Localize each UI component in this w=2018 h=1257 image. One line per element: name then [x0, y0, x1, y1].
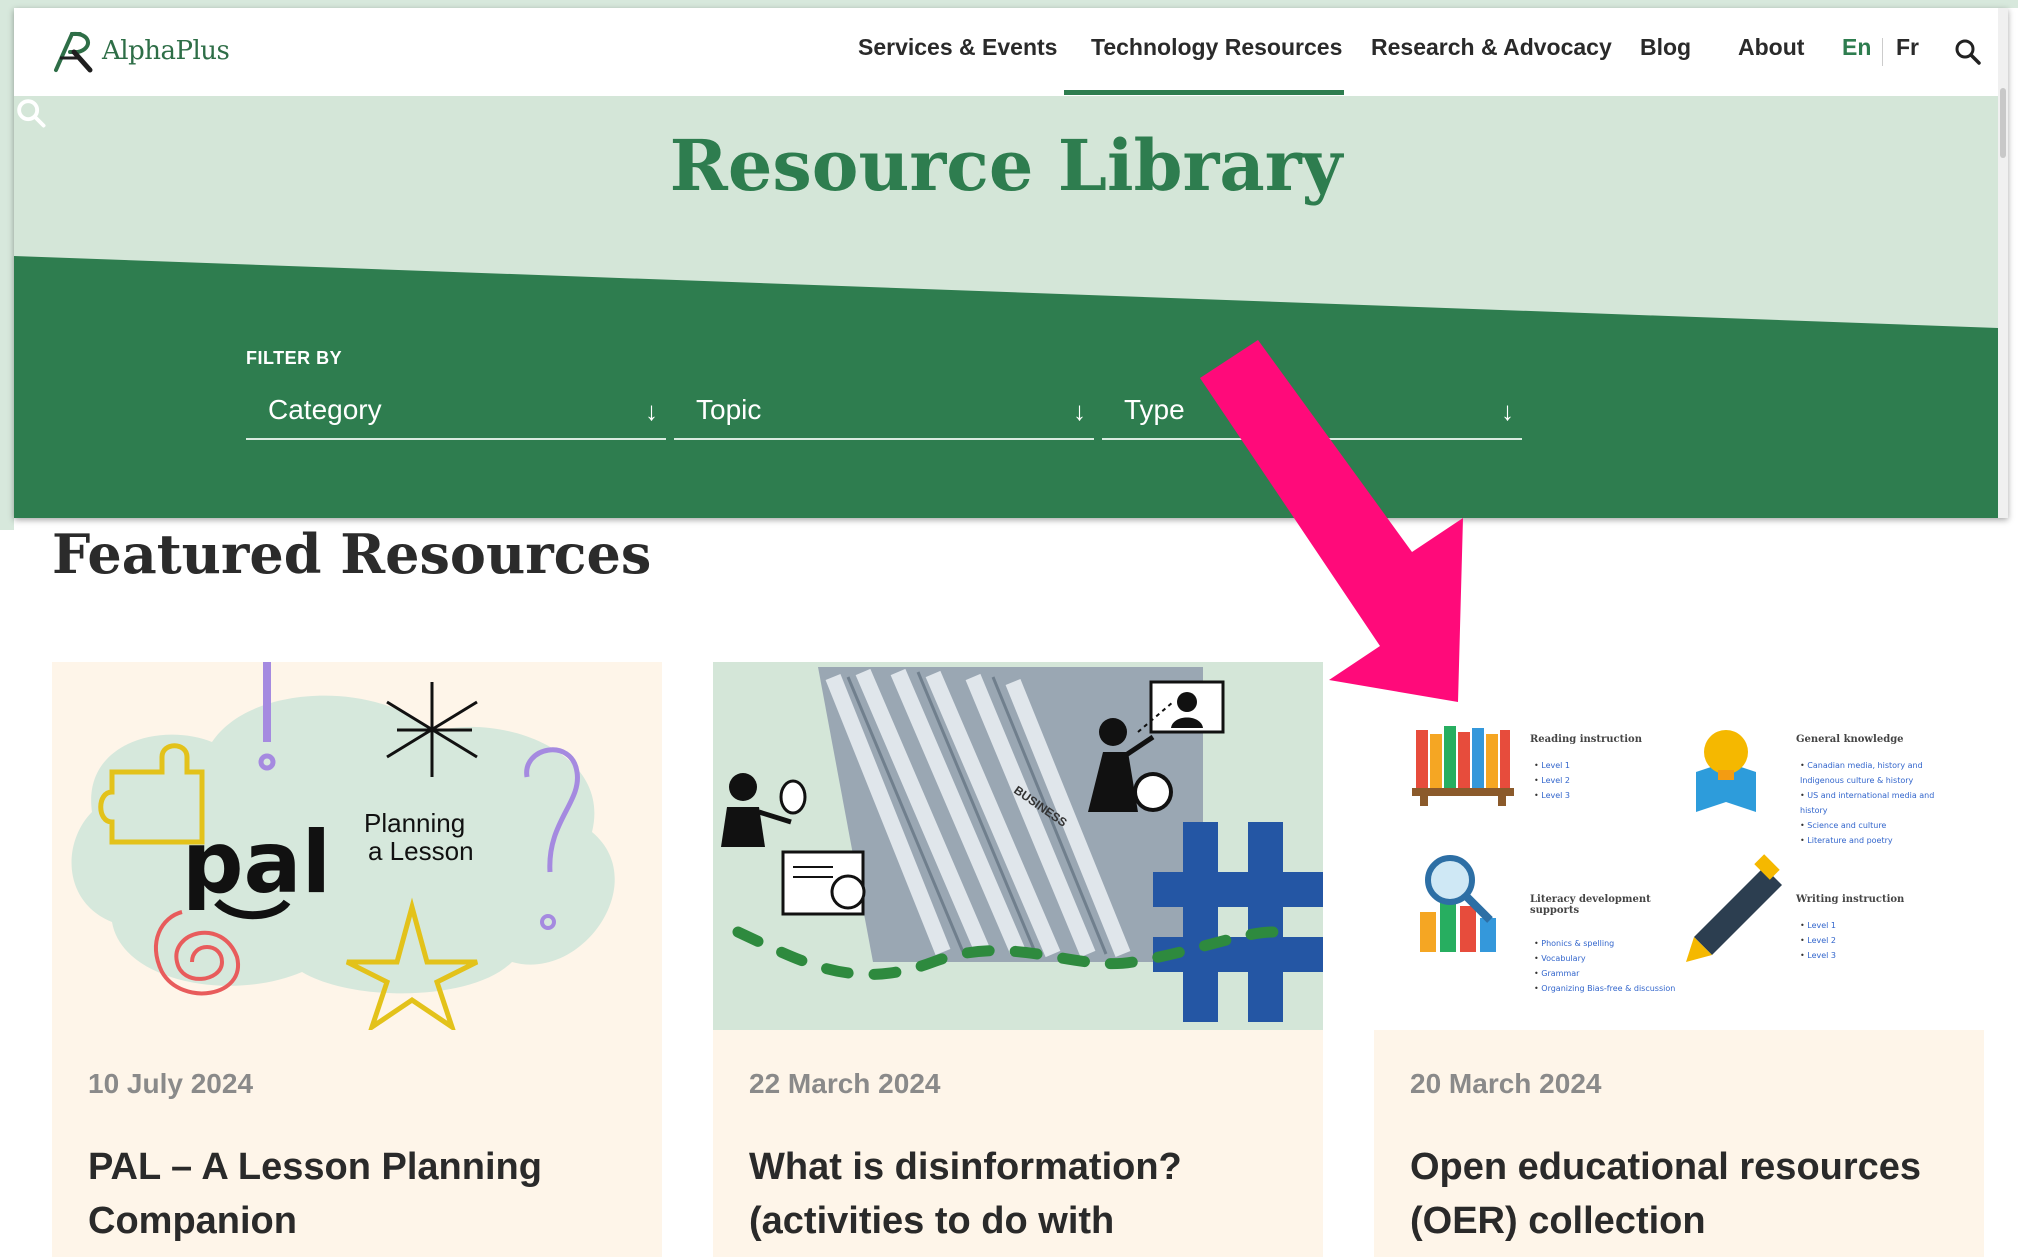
disinformation-card-image: BUSINESS — [713, 662, 1323, 1030]
featured-resources-heading: Featured Resources — [52, 522, 652, 586]
oer-link[interactable]: Organizing Bias-free & discussion — [1534, 981, 1675, 996]
oer-writing-list: Level 1 Level 2 Level 3 — [1800, 918, 1836, 963]
oer-reading-heading: Reading instruction — [1530, 734, 1642, 745]
oer-link[interactable]: Level 3 — [1534, 788, 1570, 803]
oer-link[interactable]: Phonics & spelling — [1534, 936, 1675, 951]
nav-technology-resources[interactable]: Technology Resources — [1091, 34, 1342, 61]
card-date: 10 July 2024 — [88, 1068, 254, 1099]
oer-link[interactable]: Level 3 — [1800, 948, 1836, 963]
page-title: Resource Library — [669, 124, 1343, 207]
scrollbar-thumb[interactable] — [2000, 88, 2006, 158]
oer-link[interactable]: Grammar — [1534, 966, 1675, 981]
page-background — [0, 0, 2018, 8]
language-fr[interactable]: Fr — [1896, 34, 1919, 61]
oer-link[interactable]: Level 2 — [1534, 773, 1570, 788]
resource-card-disinformation[interactable]: BUSINESS 22 March 2024 What is disinform… — [713, 662, 1323, 1257]
topic-filter[interactable]: Topic ↓ — [674, 384, 1094, 440]
oer-link[interactable]: Literature and poetry — [1800, 833, 1940, 848]
magnifier-chart-icon — [1420, 855, 1496, 952]
pal-wordmark: pal — [182, 813, 331, 913]
pal-lesson-text: a Lesson — [368, 836, 474, 866]
scrollbar[interactable] — [1998, 8, 2008, 518]
browser-window: AlphaPlus Services & Events Technology R… — [14, 8, 2008, 518]
nav-about[interactable]: About — [1738, 34, 1804, 61]
active-nav-indicator — [1064, 90, 1344, 95]
nav-blog[interactable]: Blog — [1640, 34, 1691, 61]
top-navigation: AlphaPlus Services & Events Technology R… — [14, 8, 1998, 96]
filter-by-label: FILTER BY — [246, 348, 343, 368]
card-title[interactable]: What is disinformation? (activities to d… — [749, 1140, 1309, 1248]
category-filter[interactable]: Category ↓ — [246, 384, 666, 440]
arrow-down-icon: ↓ — [645, 396, 658, 426]
bookshelf-icon — [1412, 726, 1514, 806]
category-filter-label: Category — [268, 394, 382, 425]
language-en[interactable]: En — [1842, 34, 1871, 61]
card-date: 22 March 2024 — [749, 1068, 941, 1099]
oer-card-image: Reading instruction Level 1 Level 2 Leve… — [1374, 662, 1984, 1030]
language-separator — [1882, 38, 1883, 66]
resource-card-pal[interactable]: pal Planning a Lesson 10 July 2024 PAL –… — [52, 662, 662, 1257]
fountain-pen-icon — [1686, 854, 1782, 962]
oer-link[interactable]: Science and culture — [1800, 818, 1940, 833]
oer-literacy-heading: Literacy development supports — [1530, 894, 1651, 916]
oer-link[interactable]: Canadian media, history and Indigenous c… — [1800, 758, 1940, 788]
arrow-down-icon: ↓ — [1073, 396, 1086, 426]
oer-general-list: Canadian media, history and Indigenous c… — [1800, 758, 1940, 848]
nav-services-events[interactable]: Services & Events — [858, 34, 1057, 61]
card-title[interactable]: Open educational resources (OER) collect… — [1410, 1140, 1970, 1248]
arrow-down-icon: ↓ — [1501, 396, 1514, 426]
oer-literacy-list: Phonics & spelling Vocabulary Grammar Or… — [1534, 936, 1675, 996]
hero-banner: Resource Library FILTER BY Category ↓ To… — [14, 96, 1998, 518]
oer-writing-heading: Writing instruction — [1796, 894, 1905, 905]
oer-link[interactable]: Vocabulary — [1534, 951, 1675, 966]
type-filter-label: Type — [1124, 394, 1185, 425]
oer-reading-list: Level 1 Level 2 Level 3 — [1534, 758, 1570, 803]
lightbulb-book-icon — [1696, 730, 1756, 812]
card-title[interactable]: PAL – A Lesson Planning Companion — [88, 1140, 648, 1248]
oer-link[interactable]: US and international media and history — [1800, 788, 1940, 818]
topic-filter-label: Topic — [696, 394, 762, 425]
oer-link[interactable]: Level 1 — [1534, 758, 1570, 773]
search-icon[interactable] — [1954, 38, 1982, 66]
filter-search-icon[interactable] — [14, 96, 50, 132]
page-background-left — [0, 0, 14, 530]
oer-link[interactable]: Level 1 — [1800, 918, 1836, 933]
nav-research-advocacy[interactable]: Research & Advocacy — [1371, 34, 1612, 61]
oer-link[interactable]: Level 2 — [1800, 933, 1836, 948]
oer-general-heading: General knowledge — [1796, 734, 1904, 745]
type-filter[interactable]: Type ↓ — [1102, 384, 1522, 440]
resource-card-oer[interactable]: Reading instruction Level 1 Level 2 Leve… — [1374, 662, 1984, 1257]
pal-planning-text: Planning — [364, 808, 465, 838]
pal-card-image: pal Planning a Lesson — [52, 662, 662, 1030]
card-date: 20 March 2024 — [1410, 1068, 1602, 1099]
